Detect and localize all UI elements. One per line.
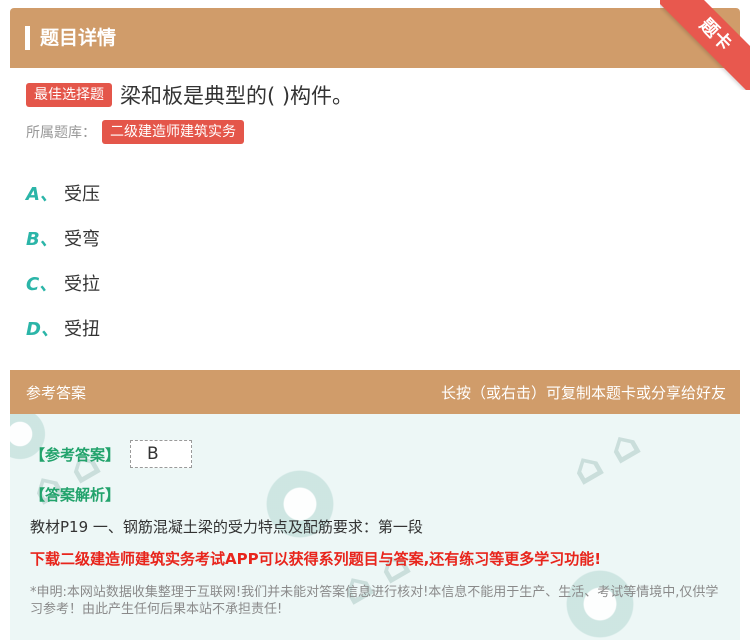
option-text: 受弯 xyxy=(64,228,100,250)
app-promo-link[interactable]: 下载二级建造师建筑实务考试APP可以获得系列题目与答案,还有练习等更多学习功能! xyxy=(30,548,601,569)
question-row: 最佳选择题 梁和板是典型的( )构件。 xyxy=(26,78,353,112)
disclaimer-text: *申明:本网站数据收集整理于互联网!我们并未能对答案信息进行核对!本信息不能用于… xyxy=(30,585,719,617)
option-c[interactable]: C、 受拉 xyxy=(26,260,100,305)
reference-answer-row: 【参考答案】 B xyxy=(30,440,193,468)
option-d[interactable]: D、 受扭 xyxy=(26,305,100,350)
option-letter: A、 xyxy=(26,183,58,205)
option-text: 受拉 xyxy=(64,273,100,295)
question-text: 梁和板是典型的( )构件。 xyxy=(120,84,354,108)
bank-label: 所属题库： xyxy=(26,125,96,141)
explanation-label: 【答案解析】 xyxy=(30,486,121,504)
ribbon-label: 题卡 xyxy=(660,0,750,90)
option-text: 受扭 xyxy=(64,318,100,340)
answer-panel: ⌂ ⌂ ⌂ ⌂ ⌂ ⌂ 【参考答案】 B 【答案解析】 教材P19 一、钢筋混凝… xyxy=(10,414,740,640)
option-letter: B、 xyxy=(26,228,58,250)
header-accent-bar xyxy=(25,26,30,50)
explanation-text: 教材P19 一、钢筋混凝土梁的受力特点及配筋要求：第一段 xyxy=(30,518,423,536)
option-b[interactable]: B、 受弯 xyxy=(26,215,100,260)
question-type-badge: 最佳选择题 xyxy=(26,83,112,107)
bank-badge[interactable]: 二级建造师建筑实务 xyxy=(102,120,244,144)
options-list: A、 受压 B、 受弯 C、 受拉 D、 受扭 xyxy=(26,170,100,350)
page-header: 题目详情 xyxy=(10,8,740,68)
answer-value: B xyxy=(130,440,193,468)
page-title: 题目详情 xyxy=(40,27,117,49)
share-hint: 长按（或右击）可复制本题卡或分享给好友 xyxy=(440,384,726,402)
watermark-icon: ⌂ ⌂ xyxy=(563,419,648,495)
option-a[interactable]: A、 受压 xyxy=(26,170,100,215)
answer-header-title: 参考答案 xyxy=(26,384,87,402)
question-bank-row: 所属题库： 二级建造师建筑实务 xyxy=(26,120,244,144)
corner-ribbon: 题卡 xyxy=(660,0,750,90)
option-text: 受压 xyxy=(64,183,100,205)
answer-label: 【参考答案】 xyxy=(30,445,121,464)
option-letter: C、 xyxy=(26,273,58,295)
answer-header: 参考答案 长按（或右击）可复制本题卡或分享给好友 xyxy=(10,370,740,414)
option-letter: D、 xyxy=(26,318,59,340)
